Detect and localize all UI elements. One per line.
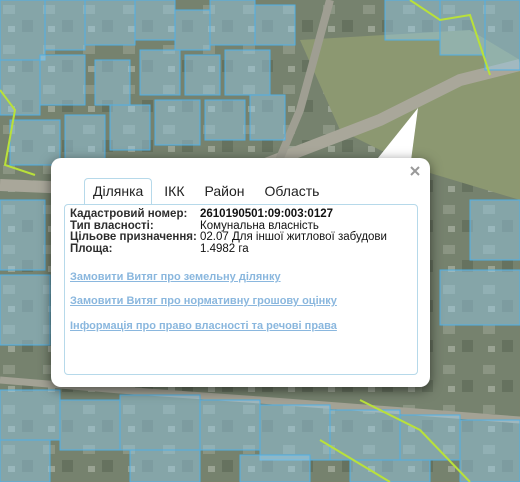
attr-label: Цільове призначення: bbox=[70, 231, 197, 243]
tab-ikk[interactable]: ІКК bbox=[156, 179, 192, 204]
ownership-info-link[interactable]: Інформація про право власності та речові… bbox=[70, 320, 337, 332]
tab-parcel[interactable]: Ділянка bbox=[84, 178, 153, 205]
tab-district[interactable]: Район bbox=[197, 179, 253, 204]
order-valuation-link[interactable]: Замовити Витяг про нормативну грошову оц… bbox=[70, 295, 337, 307]
parcel-info-popup: Ділянка ІКК Район Область Кадастровий но… bbox=[51, 158, 430, 387]
attr-row-purpose: Цільове призначення: 02.07 Для іншої жит… bbox=[70, 231, 387, 244]
close-icon[interactable] bbox=[408, 164, 422, 178]
parcel-panel: Кадастровий номер: 2610190501:09:003:012… bbox=[64, 204, 418, 375]
popup-tabs: Ділянка ІКК Район Область bbox=[84, 176, 331, 205]
attr-label: Площа: bbox=[70, 242, 113, 255]
purpose-value: 02.07 Для іншої житлової забудови bbox=[200, 231, 387, 243]
cadastral-number-value: 2610190501:09:003:0127 bbox=[200, 208, 334, 220]
order-extract-link[interactable]: Замовити Витяг про земельну ділянку bbox=[70, 271, 281, 283]
parcel-attributes: Кадастровий номер: 2610190501:09:003:012… bbox=[70, 208, 387, 256]
tab-region[interactable]: Область bbox=[257, 179, 328, 204]
attr-row-cadastral-number: Кадастровий номер: 2610190501:09:003:012… bbox=[70, 208, 387, 221]
attr-row-area: Площа: 1.4982 га bbox=[70, 242, 387, 256]
area-value: 1.4982 га bbox=[200, 242, 249, 255]
attr-label: Кадастровий номер: bbox=[70, 208, 188, 220]
